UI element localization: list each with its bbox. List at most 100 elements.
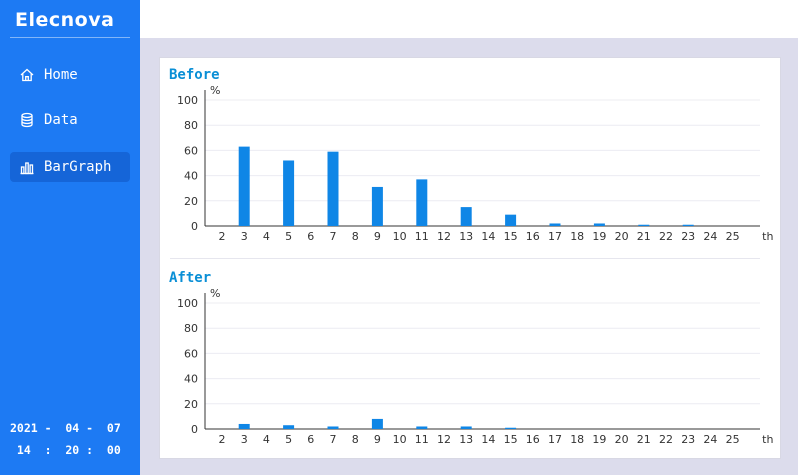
sidebar-item-home[interactable]: Home: [10, 60, 130, 90]
y-axis-unit: %: [210, 84, 220, 97]
x-tick-label: 17: [548, 230, 562, 243]
bar: [283, 160, 295, 226]
x-tick-label: 9: [374, 230, 381, 243]
x-tick-label: 2: [219, 433, 226, 446]
y-tick-label: 20: [184, 195, 198, 208]
x-tick-label: 6: [307, 433, 314, 446]
chart-title-after: After: [169, 270, 212, 286]
x-tick-label: 3: [241, 230, 248, 243]
sidebar-item-label: Home: [44, 67, 78, 83]
y-tick-label: 60: [184, 347, 198, 360]
bar: [283, 425, 295, 429]
x-tick-label: 8: [352, 433, 359, 446]
bar: [593, 223, 605, 226]
x-tick-label: 10: [393, 433, 407, 446]
bar: [549, 223, 561, 226]
y-tick-label: 80: [184, 119, 198, 132]
brand-divider: [10, 37, 130, 38]
y-tick-label: 60: [184, 144, 198, 157]
x-tick-label: 3: [241, 433, 248, 446]
x-tick-label: 25: [726, 433, 740, 446]
bar: [682, 224, 694, 226]
clock-time: 14 : 20 : 00: [10, 443, 121, 457]
y-tick-label: 100: [177, 94, 198, 107]
x-tick-label: 17: [548, 433, 562, 446]
bar: [460, 426, 472, 429]
x-tick-label: 13: [459, 433, 473, 446]
chart-panel: Before 0 20 40 60 80 100% 2 3 4 5 6 7 8 9 10 11 12 13 14 15…: [159, 57, 781, 459]
bar: [371, 418, 383, 429]
x-tick-label: 22: [659, 230, 673, 243]
x-tick-label: 7: [330, 433, 337, 446]
bar: [327, 151, 339, 226]
y-tick-label: 0: [191, 220, 198, 233]
x-axis-unit: th: [762, 433, 773, 446]
home-icon: [20, 68, 34, 82]
x-tick-label: 11: [415, 230, 429, 243]
x-tick-label: 23: [681, 433, 695, 446]
bar: [505, 427, 517, 429]
bar-chart-icon: [20, 162, 34, 175]
brand-logo: Elecnova: [15, 9, 115, 31]
bar: [238, 146, 250, 226]
bar: [416, 179, 428, 226]
y-tick-label: 80: [184, 322, 198, 335]
x-tick-label: 15: [504, 230, 518, 243]
bar: [638, 224, 650, 226]
x-axis-unit: th: [762, 230, 773, 243]
bar: [505, 214, 517, 226]
y-tick-label: 20: [184, 398, 198, 411]
before-bar-chart: 020406080100%2 3 4 5 6 7 8 9 10 11 12 13 14 15 16 17 18 1…: [177, 84, 773, 243]
x-tick-label: 6: [307, 230, 314, 243]
x-tick-label: 4: [263, 433, 270, 446]
x-tick-label: 14: [481, 230, 495, 243]
x-tick-label: 2: [219, 230, 226, 243]
x-tick-label: 12: [437, 230, 451, 243]
x-tick-label: 20: [615, 230, 629, 243]
y-tick-label: 40: [184, 373, 198, 386]
x-tick-label: 19: [592, 433, 606, 446]
clock-date: 2021 - 04 - 07: [10, 421, 121, 435]
bar: [460, 207, 472, 226]
sidebar-item-label: BarGraph: [44, 159, 112, 175]
x-tick-label: 9: [374, 433, 381, 446]
sidebar-item-bargraph[interactable]: BarGraph: [10, 152, 130, 182]
chart-divider: [170, 258, 760, 259]
x-tick-label: 5: [285, 230, 292, 243]
x-tick-label: 8: [352, 230, 359, 243]
bar: [238, 423, 250, 429]
x-tick-label: 20: [615, 433, 629, 446]
sidebar-item-label: Data: [44, 112, 78, 128]
x-tick-label: 16: [526, 230, 540, 243]
x-tick-label: 19: [592, 230, 606, 243]
x-tick-label: 18: [570, 230, 584, 243]
y-tick-label: 0: [191, 423, 198, 436]
bar: [371, 186, 383, 226]
bar: [416, 426, 428, 429]
x-tick-label: 23: [681, 230, 695, 243]
x-tick-label: 14: [481, 433, 495, 446]
x-tick-label: 7: [330, 230, 337, 243]
after-bar-chart: 020406080100%2 3 4 5 6 7 8 9 10 11 12 13 14 15 16 17 18 1…: [177, 287, 773, 446]
x-tick-label: 13: [459, 230, 473, 243]
sidebar-item-data[interactable]: Data: [10, 105, 130, 135]
x-tick-label: 21: [637, 230, 651, 243]
x-tick-label: 5: [285, 433, 292, 446]
y-tick-label: 40: [184, 170, 198, 183]
x-tick-label: 4: [263, 230, 270, 243]
bar: [327, 426, 339, 429]
top-bar: [140, 0, 798, 38]
x-tick-label: 25: [726, 230, 740, 243]
x-tick-label: 10: [393, 230, 407, 243]
x-tick-label: 22: [659, 433, 673, 446]
x-tick-label: 24: [703, 433, 717, 446]
x-tick-label: 18: [570, 433, 584, 446]
x-tick-label: 11: [415, 433, 429, 446]
y-tick-label: 100: [177, 297, 198, 310]
chart-title-before: Before: [169, 67, 220, 83]
x-tick-label: 16: [526, 433, 540, 446]
x-tick-label: 15: [504, 433, 518, 446]
x-tick-label: 12: [437, 433, 451, 446]
x-tick-label: 24: [703, 230, 717, 243]
sidebar: Elecnova Home Data BarGraph 2021 - 04 - …: [0, 0, 140, 475]
